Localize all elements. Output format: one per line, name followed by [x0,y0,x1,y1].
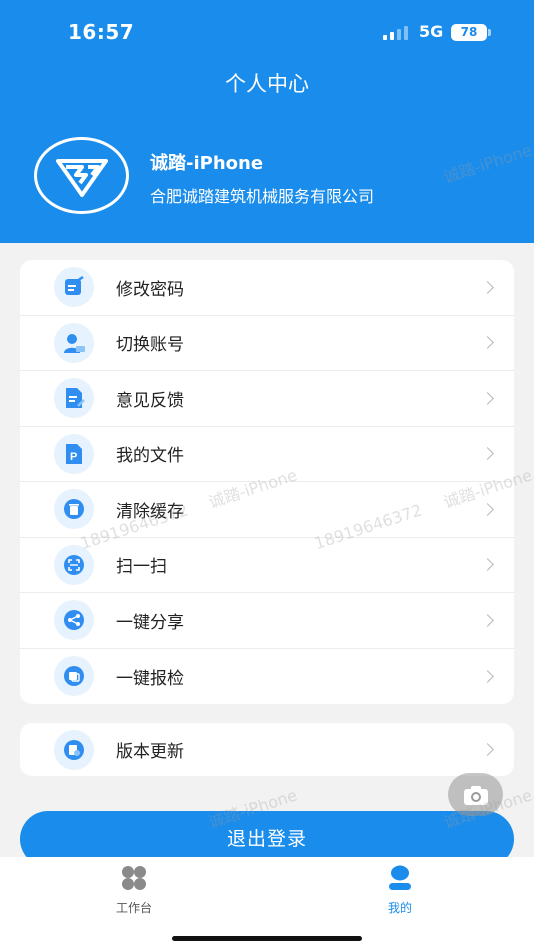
battery-nub [488,29,491,36]
signal-icon [383,26,408,40]
trash-icon [54,489,94,530]
menu-item-feedback[interactable]: 意见反馈 [20,371,514,427]
menu-item-label: 修改密码 [116,279,184,300]
menu-item-my-files[interactable]: P 我的文件 [20,427,514,482]
feedback-icon [54,378,94,419]
share-icon [54,600,94,641]
menu-item-label: 版本更新 [116,742,184,762]
chevron-right-icon [481,669,494,683]
tab-workbench[interactable]: 工作台 [74,865,194,916]
tab-label: 我的 [387,901,412,915]
menu-item-report[interactable]: 一键报检 [20,649,514,705]
scan-icon [54,544,94,585]
edit-password-icon [54,267,94,308]
menu-item-label: 清除缓存 [116,501,184,522]
company-name: 合肥诚踏建筑机械服务有限公司 [150,187,375,206]
chevron-right-icon [481,336,494,350]
user-name: 诚踏-iPhone [150,153,264,174]
switch-account-icon [54,322,94,363]
menu-card: 修改密码 切换账号 意见反馈 P 我的文件 清除缓存 扫一扫 一键分享 一键报检 [20,260,514,704]
chevron-right-icon [481,391,494,405]
update-card: 版本更新 [20,723,514,776]
svg-text:P: P [70,451,77,463]
battery-icon: 78 [451,24,487,41]
menu-item-version-update[interactable]: 版本更新 [20,723,514,776]
chevron-right-icon [481,502,494,516]
status-time: 16:57 [68,20,135,44]
chevron-right-icon [481,613,494,627]
page-title: 个人中心 [225,72,309,96]
home-indicator [172,936,362,941]
screenshot-camera-button[interactable] [448,773,503,816]
menu-item-scan[interactable]: 扫一扫 [20,538,514,593]
report-icon [54,656,94,697]
menu-item-change-password[interactable]: 修改密码 [20,260,514,316]
company-logo-icon [55,158,108,197]
menu-item-switch-account[interactable]: 切换账号 [20,316,514,371]
menu-item-label: 切换账号 [116,335,184,356]
tab-label: 工作台 [115,901,152,915]
menu-item-clear-cache[interactable]: 清除缓存 [20,482,514,538]
chevron-right-icon [481,743,494,756]
menu-item-label: 我的文件 [116,446,184,467]
menu-item-label: 一键分享 [116,612,184,633]
update-icon [54,729,94,770]
status-bar: 16:57 5G 78 [0,0,534,64]
chevron-right-icon [481,447,494,461]
tab-mine[interactable]: 我的 [340,865,460,916]
menu-item-share[interactable]: 一键分享 [20,593,514,649]
camera-icon [463,785,488,805]
menu-item-label: 一键报检 [116,668,184,689]
chevron-right-icon [481,280,494,294]
avatar[interactable] [34,137,129,214]
grid-icon [122,866,146,890]
menu-item-label: 意见反馈 [116,390,184,411]
user-icon [389,865,411,890]
file-icon: P [54,433,94,474]
chevron-right-icon [481,558,494,572]
menu-item-label: 扫一扫 [116,557,167,578]
network-label: 5G [419,22,444,41]
